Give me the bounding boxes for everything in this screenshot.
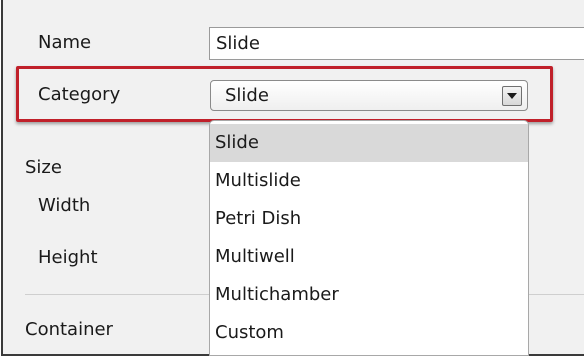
chevron-down-icon[interactable] (502, 86, 522, 106)
height-label: Height (38, 247, 98, 268)
properties-panel: Name Slide Category Slide Size Width Hei… (1, 0, 584, 356)
category-label: Category (38, 84, 121, 105)
dropdown-option-multislide[interactable]: Multislide (210, 162, 528, 200)
name-label: Name (38, 32, 92, 53)
name-field[interactable]: Slide (209, 27, 584, 60)
container-section-label: Container (25, 319, 113, 340)
width-label: Width (38, 195, 91, 216)
dropdown-option-slide[interactable]: Slide (210, 124, 528, 162)
category-combobox[interactable]: Slide (210, 80, 528, 111)
dropdown-option-multiwell[interactable]: Multiwell (210, 238, 528, 276)
dropdown-option-petri-dish[interactable]: Petri Dish (210, 200, 528, 238)
size-section-label: Size (25, 157, 62, 178)
dropdown-option-multichamber[interactable]: Multichamber (210, 276, 528, 314)
category-dropdown-list: Slide Multislide Petri Dish Multiwell Mu… (209, 120, 529, 356)
category-combo-value: Slide (225, 85, 269, 106)
dropdown-option-custom[interactable]: Custom (210, 314, 528, 352)
